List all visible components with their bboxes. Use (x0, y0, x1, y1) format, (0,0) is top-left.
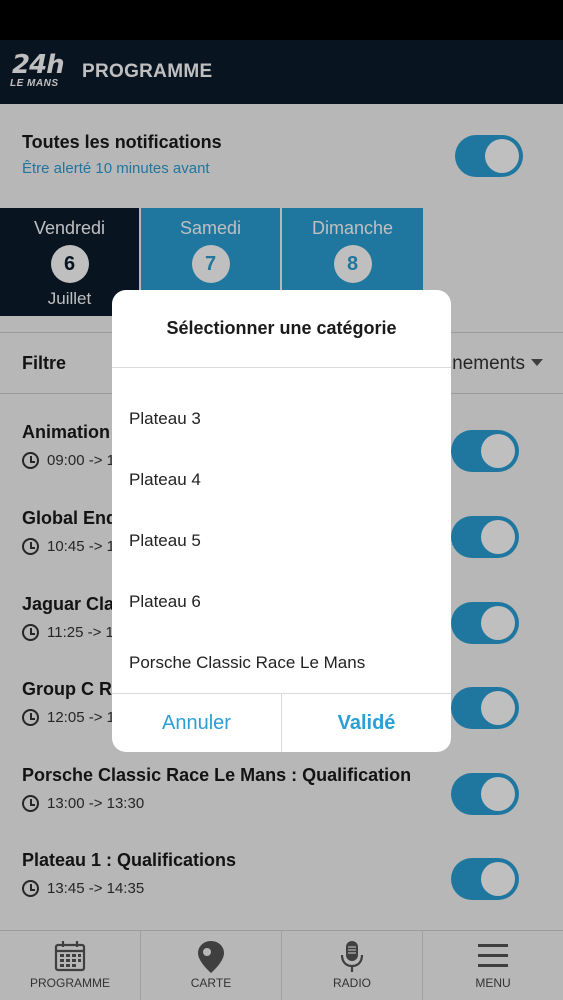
category-option[interactable]: Plateau 6 (129, 592, 201, 612)
cancel-button[interactable]: Annuler (112, 694, 281, 752)
dialog-divider (112, 367, 451, 368)
category-option[interactable]: Plateau 5 (129, 531, 201, 551)
category-option[interactable]: Plateau 4 (129, 470, 201, 490)
dialog-title: Sélectionner une catégorie (166, 318, 397, 338)
category-option[interactable]: Porsche Classic Race Le Mans (129, 653, 365, 673)
category-option[interactable]: Plateau 3 (129, 409, 201, 429)
confirm-button[interactable]: Validé (281, 694, 451, 752)
dialog-actions: Annuler Validé (112, 693, 451, 752)
category-dialog: Sélectionner une catégorie Plateau 3 Pla… (112, 290, 451, 752)
